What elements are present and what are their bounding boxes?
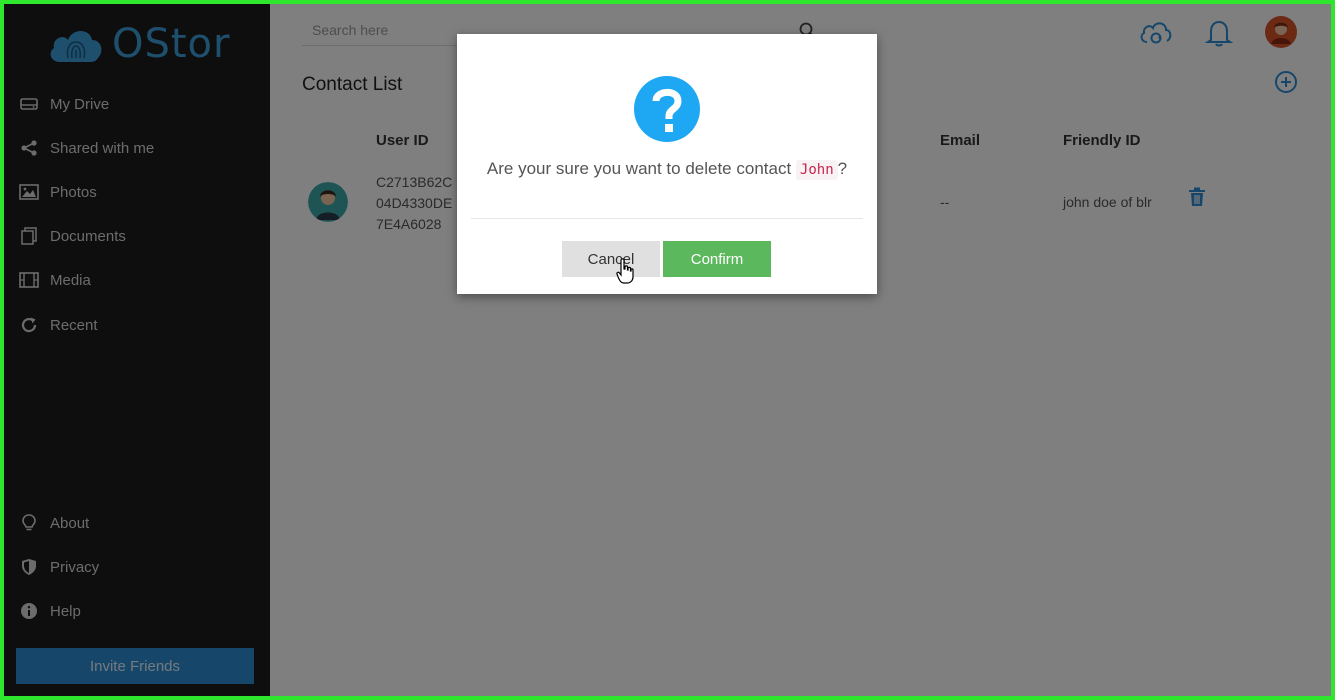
question-icon: [634, 76, 700, 142]
app-window: OStor My Drive Shared with me Photos Doc…: [4, 4, 1331, 696]
contact-name: John: [795, 160, 838, 180]
cancel-button[interactable]: Cancel: [562, 241, 660, 277]
confirm-button[interactable]: Confirm: [663, 241, 771, 277]
delete-confirm-dialog: Are your sure you want to delete contact…: [457, 34, 877, 294]
dialog-message: Are your sure you want to delete contact…: [486, 159, 848, 180]
dialog-divider: [471, 218, 863, 219]
hand-cursor-icon: [616, 258, 634, 289]
